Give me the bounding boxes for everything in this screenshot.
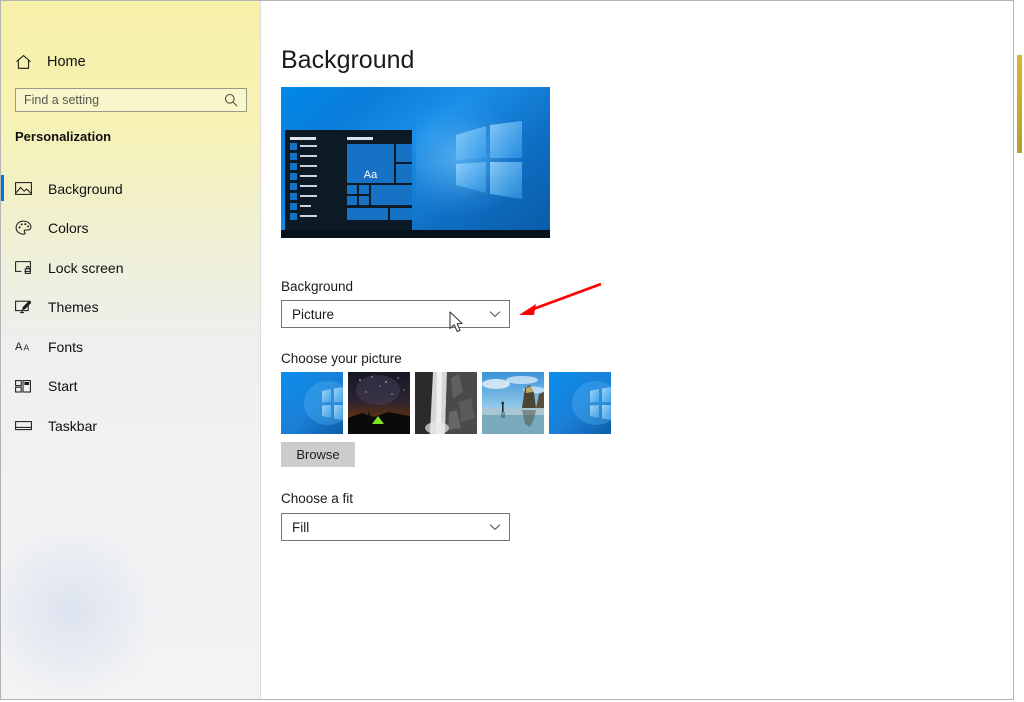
desktop-background-strip	[1017, 55, 1022, 153]
sidebar-item-taskbar[interactable]: Taskbar	[1, 406, 261, 446]
thumb-beach-rocks[interactable]	[482, 372, 544, 434]
thumb-waterfall-bw[interactable]	[415, 372, 477, 434]
choose-a-fit-value: Fill	[292, 519, 310, 535]
background-dropdown[interactable]: Picture	[281, 300, 510, 328]
active-accent-bar	[1, 175, 4, 201]
sidebar-section-title: Personalization	[15, 129, 112, 144]
choose-a-fit-label: Choose a fit	[281, 491, 354, 506]
sidebar-item-background[interactable]: Background	[1, 169, 261, 209]
chevron-down-icon	[489, 310, 501, 318]
sidebar-item-lock-screen-label: Lock screen	[48, 259, 124, 276]
sidebar-item-lock-screen[interactable]: Lock screen	[1, 248, 261, 288]
sidebar-item-start-label: Start	[48, 378, 78, 395]
search-box[interactable]	[15, 88, 247, 112]
chevron-down-icon	[489, 523, 501, 531]
sidebar-item-colors[interactable]: Colors	[1, 209, 261, 249]
settings-window: Settings Home	[0, 0, 1014, 700]
fonts-aa-icon: AA	[15, 337, 45, 357]
sidebar-item-taskbar-label: Taskbar	[48, 417, 98, 434]
sidebar-item-themes-label: Themes	[48, 299, 99, 316]
taskbar-icon	[15, 416, 45, 436]
background-dropdown-value: Picture	[292, 306, 335, 322]
choose-your-picture-label: Choose your picture	[281, 351, 402, 366]
home-icon	[15, 54, 43, 70]
thumb-windows-blue-1[interactable]	[281, 372, 343, 434]
browse-button[interactable]: Browse	[281, 442, 355, 467]
sidebar-item-fonts[interactable]: AA Fonts	[1, 327, 261, 367]
sidebar-nav-list: Background Colors Lock screen Themes A A…	[1, 169, 261, 446]
sidebar-item-start[interactable]: Start	[1, 367, 261, 407]
picture-icon	[15, 179, 45, 199]
preview-start-menu: Aa	[285, 130, 412, 230]
svg-text:A: A	[24, 343, 30, 353]
sidebar-item-home-label: Home	[47, 54, 86, 70]
sidebar: Home Personalization Background	[1, 1, 261, 699]
svg-text:A: A	[15, 341, 23, 353]
sidebar-item-background-label: Background	[48, 180, 123, 197]
sidebar-item-fonts-label: Fonts	[48, 338, 84, 355]
background-label: Background	[281, 279, 354, 294]
start-tiles-icon	[15, 376, 45, 396]
search-input[interactable]	[16, 88, 216, 112]
main-content: Background Aa Background Picture Choose …	[262, 1, 1013, 699]
preview-taskbar	[281, 230, 550, 238]
sidebar-item-colors-label: Colors	[48, 220, 89, 237]
lock-screen-icon	[15, 258, 45, 278]
page-title: Background	[281, 46, 415, 74]
preview-windows-logo-icon	[454, 121, 524, 199]
sidebar-item-themes[interactable]: Themes	[1, 288, 261, 328]
themes-brush-icon	[15, 297, 45, 317]
search-icon	[216, 93, 246, 107]
palette-icon	[15, 218, 45, 238]
desktop-preview: Aa	[281, 87, 550, 238]
thumb-windows-blue-2[interactable]	[549, 372, 611, 434]
thumb-night-sky-tent[interactable]	[348, 372, 410, 434]
sidebar-item-home[interactable]: Home	[1, 46, 261, 78]
choose-a-fit-dropdown[interactable]: Fill	[281, 513, 510, 541]
picture-thumbnail-list	[281, 372, 611, 434]
